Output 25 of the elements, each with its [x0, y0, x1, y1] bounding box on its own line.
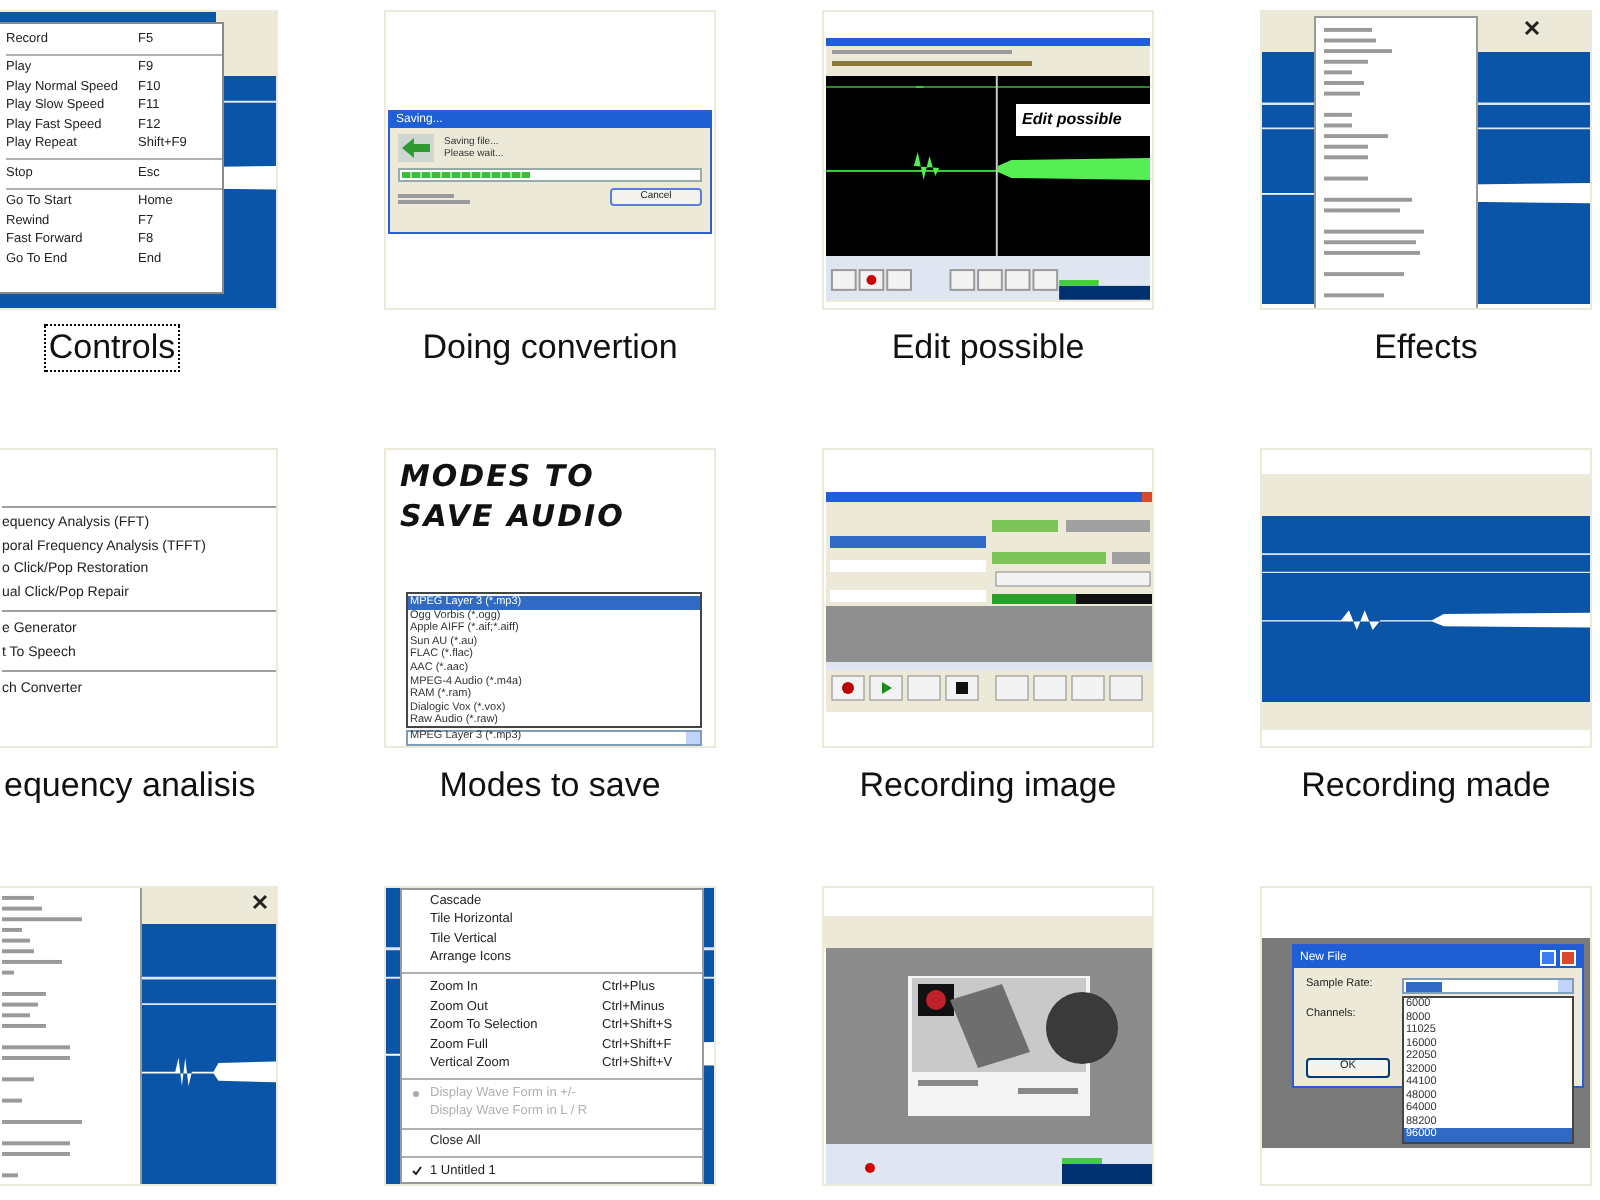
footer-text-drawing [398, 189, 470, 205]
thumbnail[interactable] [1260, 10, 1592, 310]
help-button [1540, 949, 1556, 965]
thumbnail[interactable] [822, 448, 1154, 748]
file-name[interactable]: Controls [44, 324, 180, 372]
file-name[interactable]: Recording image [855, 762, 1121, 810]
heading-text: SAVE AUDIO [400, 496, 627, 536]
heading-text: MODES TO [400, 456, 597, 496]
thumbnail[interactable] [0, 886, 278, 1186]
thumbnail[interactable]: Edit possible [822, 10, 1154, 310]
caption-text: Edit possible [1022, 110, 1122, 130]
close-icon [252, 894, 268, 910]
thumbnail[interactable] [822, 886, 1154, 1186]
file-name[interactable]: Modes to save [435, 762, 665, 810]
close-icon [1524, 20, 1540, 36]
arrow-icon [398, 134, 434, 162]
file-name[interactable]: Effects [1370, 324, 1482, 372]
thumbnail[interactable] [1260, 448, 1592, 748]
file-name[interactable]: Recording made [1297, 762, 1555, 810]
close-button [1560, 949, 1576, 965]
toolbar [142, 888, 276, 924]
thumbnail[interactable] [384, 448, 716, 748]
file-name[interactable]: Edit possible [887, 324, 1089, 372]
file-name[interactable]: Doing convertion [418, 324, 682, 372]
file-name[interactable]: equency analisis [0, 762, 260, 810]
